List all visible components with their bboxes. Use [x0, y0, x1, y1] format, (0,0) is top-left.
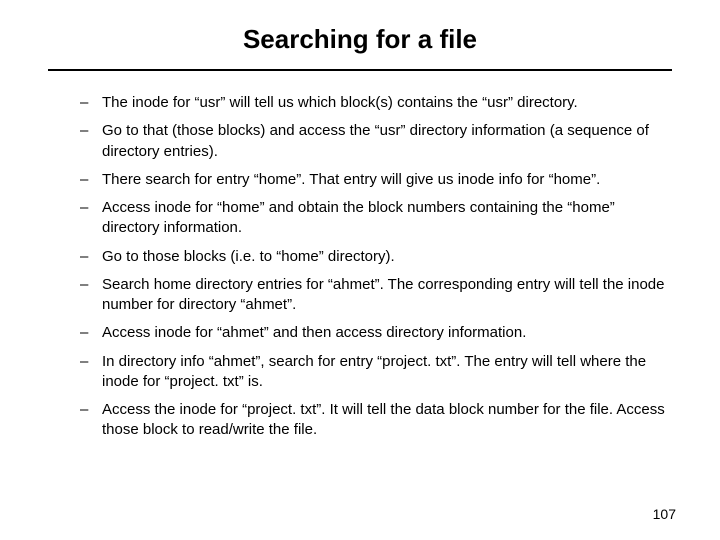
bullet-list: The inode for “usr” will tell us which b…	[48, 93, 672, 441]
bullet-item: Access inode for “ahmet” and then access…	[80, 323, 672, 343]
bullet-item: There search for entry “home”. That entr…	[80, 170, 672, 190]
bullet-item: Go to that (those blocks) and access the…	[80, 121, 672, 162]
title-divider	[48, 69, 672, 71]
bullet-item: Search home directory entries for “ahmet…	[80, 275, 672, 316]
bullet-item: Access the inode for “project. txt”. It …	[80, 400, 672, 441]
slide: Searching for a file The inode for “usr”…	[0, 0, 720, 540]
slide-title: Searching for a file	[48, 24, 672, 55]
bullet-item: In directory info “ahmet”, search for en…	[80, 352, 672, 393]
bullet-item: Access inode for “home” and obtain the b…	[80, 198, 672, 239]
bullet-item: Go to those blocks (i.e. to “home” direc…	[80, 247, 672, 267]
bullet-item: The inode for “usr” will tell us which b…	[80, 93, 672, 113]
page-number: 107	[653, 506, 676, 522]
